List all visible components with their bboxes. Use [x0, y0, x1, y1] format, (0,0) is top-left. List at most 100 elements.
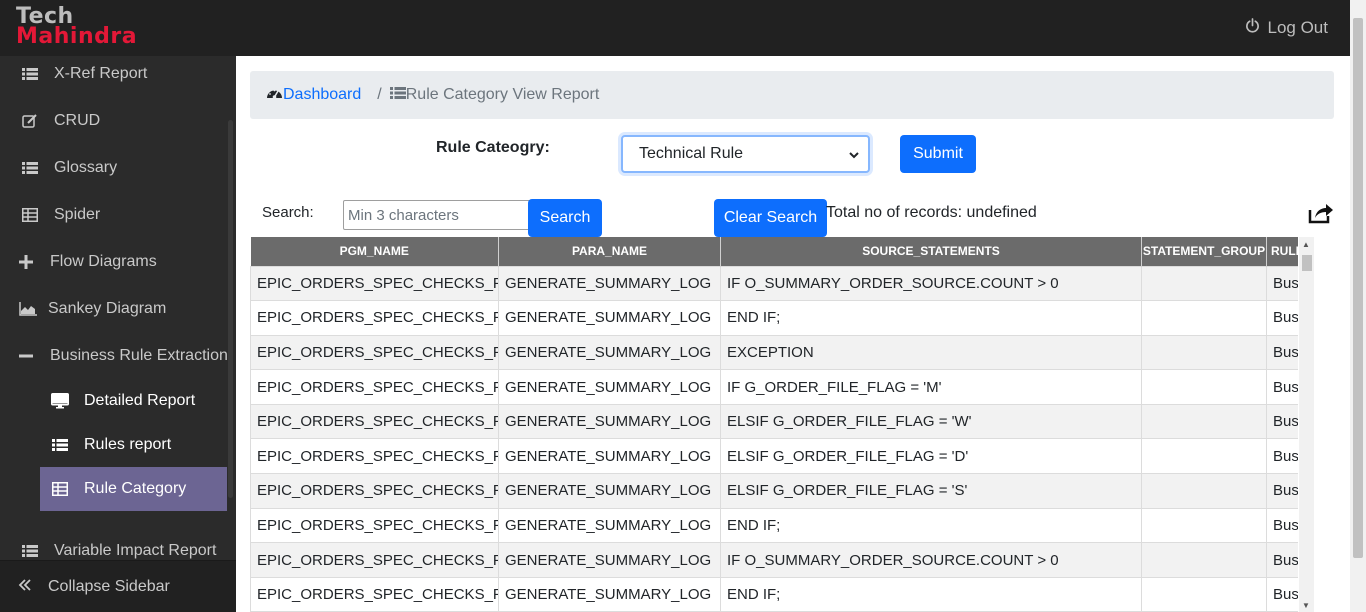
- cell-source-statement: END IF;: [720, 576, 1142, 612]
- sidebar-scrollbar[interactable]: [228, 120, 233, 498]
- clear-search-button[interactable]: Clear Search: [714, 199, 827, 237]
- rule-category-select[interactable]: Technical Rule: [621, 135, 870, 173]
- sidebar-item-sankey-diagram[interactable]: Sankey Diagram: [0, 291, 228, 327]
- page-scrollbar-thumb[interactable]: [1353, 18, 1363, 558]
- cell-statement-group: [1141, 300, 1267, 336]
- cell-rule: Bus: [1266, 542, 1298, 578]
- table-row: EPIC_ORDERS_SPEC_CHECKS_PKG GENERATE_SUM…: [250, 265, 1298, 302]
- main-content: Dashboard / Rule Category View Report Ru…: [236, 56, 1350, 612]
- sidebar-item-xref-report[interactable]: X-Ref Report: [0, 56, 228, 92]
- sidebar-item-business-rule-extraction[interactable]: Business Rule Extraction: [0, 338, 228, 374]
- sidebar-item-rules-report[interactable]: Rules report: [0, 427, 228, 463]
- table-row: EPIC_ORDERS_SPEC_CHECKS_PKG GENERATE_SUM…: [250, 507, 1298, 544]
- sidebar-item-label: X-Ref Report: [54, 65, 148, 82]
- cell-rule: Bus: [1266, 369, 1298, 405]
- cell-statement-group: [1141, 542, 1267, 578]
- cell-rule: Bus: [1266, 334, 1298, 371]
- table-scrollbar[interactable]: ▲ ▼: [1299, 237, 1314, 612]
- table-row: EPIC_ORDERS_SPEC_CHECKS_PKG GENERATE_SUM…: [250, 334, 1298, 371]
- cell-para-name: GENERATE_SUMMARY_LOG: [498, 369, 721, 405]
- cell-statement-group: [1141, 265, 1267, 302]
- sidebar-item-label: Variable Impact Report: [54, 542, 217, 559]
- share-export-icon[interactable]: [1308, 202, 1334, 229]
- rule-category-label: Rule Cateogry:: [436, 139, 550, 156]
- total-records-text: Total no of records: undefined: [826, 204, 1037, 221]
- cell-rule: Bus: [1266, 438, 1298, 475]
- table-icon: [50, 481, 70, 497]
- cell-statement-group: [1141, 576, 1267, 612]
- sidebar-item-glossary[interactable]: Glossary: [0, 150, 228, 186]
- sidebar-item-detailed-report[interactable]: Detailed Report: [0, 383, 228, 419]
- table-row: EPIC_ORDERS_SPEC_CHECKS_PKG GENERATE_SUM…: [250, 473, 1298, 509]
- double-chevron-left-icon: [18, 575, 32, 598]
- breadcrumb-separator: /: [377, 86, 382, 103]
- sidebar-item-flow-diagrams[interactable]: Flow Diagrams: [0, 244, 228, 280]
- cell-para-name: GENERATE_SUMMARY_LOG: [498, 300, 721, 336]
- column-header-pgm-name[interactable]: PGM_NAME: [250, 237, 499, 266]
- sidebar-item-label: Glossary: [54, 159, 118, 176]
- cell-para-name: GENERATE_SUMMARY_LOG: [498, 576, 721, 612]
- table-scrollbar-thumb[interactable]: [1302, 255, 1312, 271]
- cell-pgm-name: EPIC_ORDERS_SPEC_CHECKS_PKG: [250, 403, 499, 440]
- cell-statement-group: [1141, 473, 1267, 509]
- cell-para-name: GENERATE_SUMMARY_LOG: [498, 542, 721, 578]
- minus-icon: [16, 348, 36, 364]
- list-icon: [20, 543, 40, 559]
- scroll-up-arrow-icon[interactable]: ▲: [1302, 240, 1310, 249]
- sidebar-item-spider[interactable]: Spider: [0, 197, 228, 233]
- collapse-sidebar-button[interactable]: Collapse Sidebar: [0, 560, 236, 612]
- sidebar-item-crud[interactable]: CRUD: [0, 103, 228, 139]
- cell-pgm-name: EPIC_ORDERS_SPEC_CHECKS_PKG: [250, 369, 499, 405]
- sidebar-item-label: Spider: [54, 206, 101, 223]
- cell-pgm-name: EPIC_ORDERS_SPEC_CHECKS_PKG: [250, 542, 499, 578]
- cell-rule: Bus: [1266, 265, 1298, 302]
- cell-pgm-name: EPIC_ORDERS_SPEC_CHECKS_PKG: [250, 473, 499, 509]
- collapse-sidebar-label: Collapse Sidebar: [48, 577, 170, 595]
- table-row: EPIC_ORDERS_SPEC_CHECKS_PKG GENERATE_SUM…: [250, 369, 1298, 405]
- dashboard-gauge-icon: [266, 86, 283, 105]
- sidebar-item-label: Detailed Report: [84, 392, 196, 409]
- tech-mahindra-logo[interactable]: Tech Mahindra: [16, 6, 137, 48]
- cell-pgm-name: EPIC_ORDERS_SPEC_CHECKS_PKG: [250, 507, 499, 544]
- table-row: EPIC_ORDERS_SPEC_CHECKS_PKG GENERATE_SUM…: [250, 403, 1298, 440]
- cell-rule: Bus: [1266, 403, 1298, 440]
- sidebar-item-rule-category[interactable]: Rule Category: [40, 467, 227, 511]
- cell-statement-group: [1141, 403, 1267, 440]
- breadcrumb-dashboard-link[interactable]: Dashboard: [266, 86, 361, 105]
- cell-para-name: GENERATE_SUMMARY_LOG: [498, 403, 721, 440]
- table-row: EPIC_ORDERS_SPEC_CHECKS_PKG GENERATE_SUM…: [250, 542, 1298, 578]
- logout-button[interactable]: Log Out: [1245, 18, 1329, 38]
- cell-statement-group: [1141, 334, 1267, 371]
- search-input[interactable]: Min 3 characters: [343, 200, 533, 230]
- top-header: Tech Mahindra Log Out: [0, 0, 1350, 56]
- cell-source-statement: ELSIF G_ORDER_FILE_FLAG = 'S': [720, 473, 1142, 509]
- list-icon: [50, 437, 70, 453]
- cell-source-statement: ELSIF G_ORDER_FILE_FLAG = 'W': [720, 403, 1142, 440]
- search-button[interactable]: Search: [528, 199, 602, 237]
- table-row: EPIC_ORDERS_SPEC_CHECKS_PKG GENERATE_SUM…: [250, 438, 1298, 475]
- sidebar: X-Ref Report CRUD Glossary Spider Flow D…: [0, 56, 236, 612]
- search-label: Search:: [262, 204, 314, 221]
- edit-icon: [20, 113, 40, 129]
- column-header-rule[interactable]: RULI: [1266, 237, 1298, 266]
- column-header-statement-group[interactable]: STATEMENT_GROUP: [1141, 237, 1267, 266]
- cell-pgm-name: EPIC_ORDERS_SPEC_CHECKS_PKG: [250, 438, 499, 475]
- column-header-source-statements[interactable]: SOURCE_STATEMENTS: [720, 237, 1142, 266]
- scroll-down-arrow-icon[interactable]: ▼: [1302, 601, 1310, 610]
- column-header-para-name[interactable]: PARA_NAME: [498, 237, 721, 266]
- cell-statement-group: [1141, 369, 1267, 405]
- rule-category-selected-value: Technical Rule: [639, 145, 744, 162]
- page-scrollbar[interactable]: [1350, 0, 1366, 612]
- cell-para-name: GENERATE_SUMMARY_LOG: [498, 507, 721, 544]
- power-icon: [1245, 18, 1260, 38]
- submit-button[interactable]: Submit: [900, 135, 976, 173]
- list-icon: [389, 86, 406, 105]
- cell-source-statement: END IF;: [720, 507, 1142, 544]
- cell-source-statement: IF G_ORDER_FILE_FLAG = 'M': [720, 369, 1142, 405]
- cell-pgm-name: EPIC_ORDERS_SPEC_CHECKS_PKG: [250, 334, 499, 371]
- breadcrumb-dashboard-label: Dashboard: [283, 86, 362, 103]
- cell-source-statement: EXCEPTION: [720, 334, 1142, 371]
- sidebar-item-label: Sankey Diagram: [48, 300, 167, 317]
- logout-label: Log Out: [1267, 18, 1329, 37]
- sidebar-item-label: Business Rule Extraction: [50, 347, 228, 364]
